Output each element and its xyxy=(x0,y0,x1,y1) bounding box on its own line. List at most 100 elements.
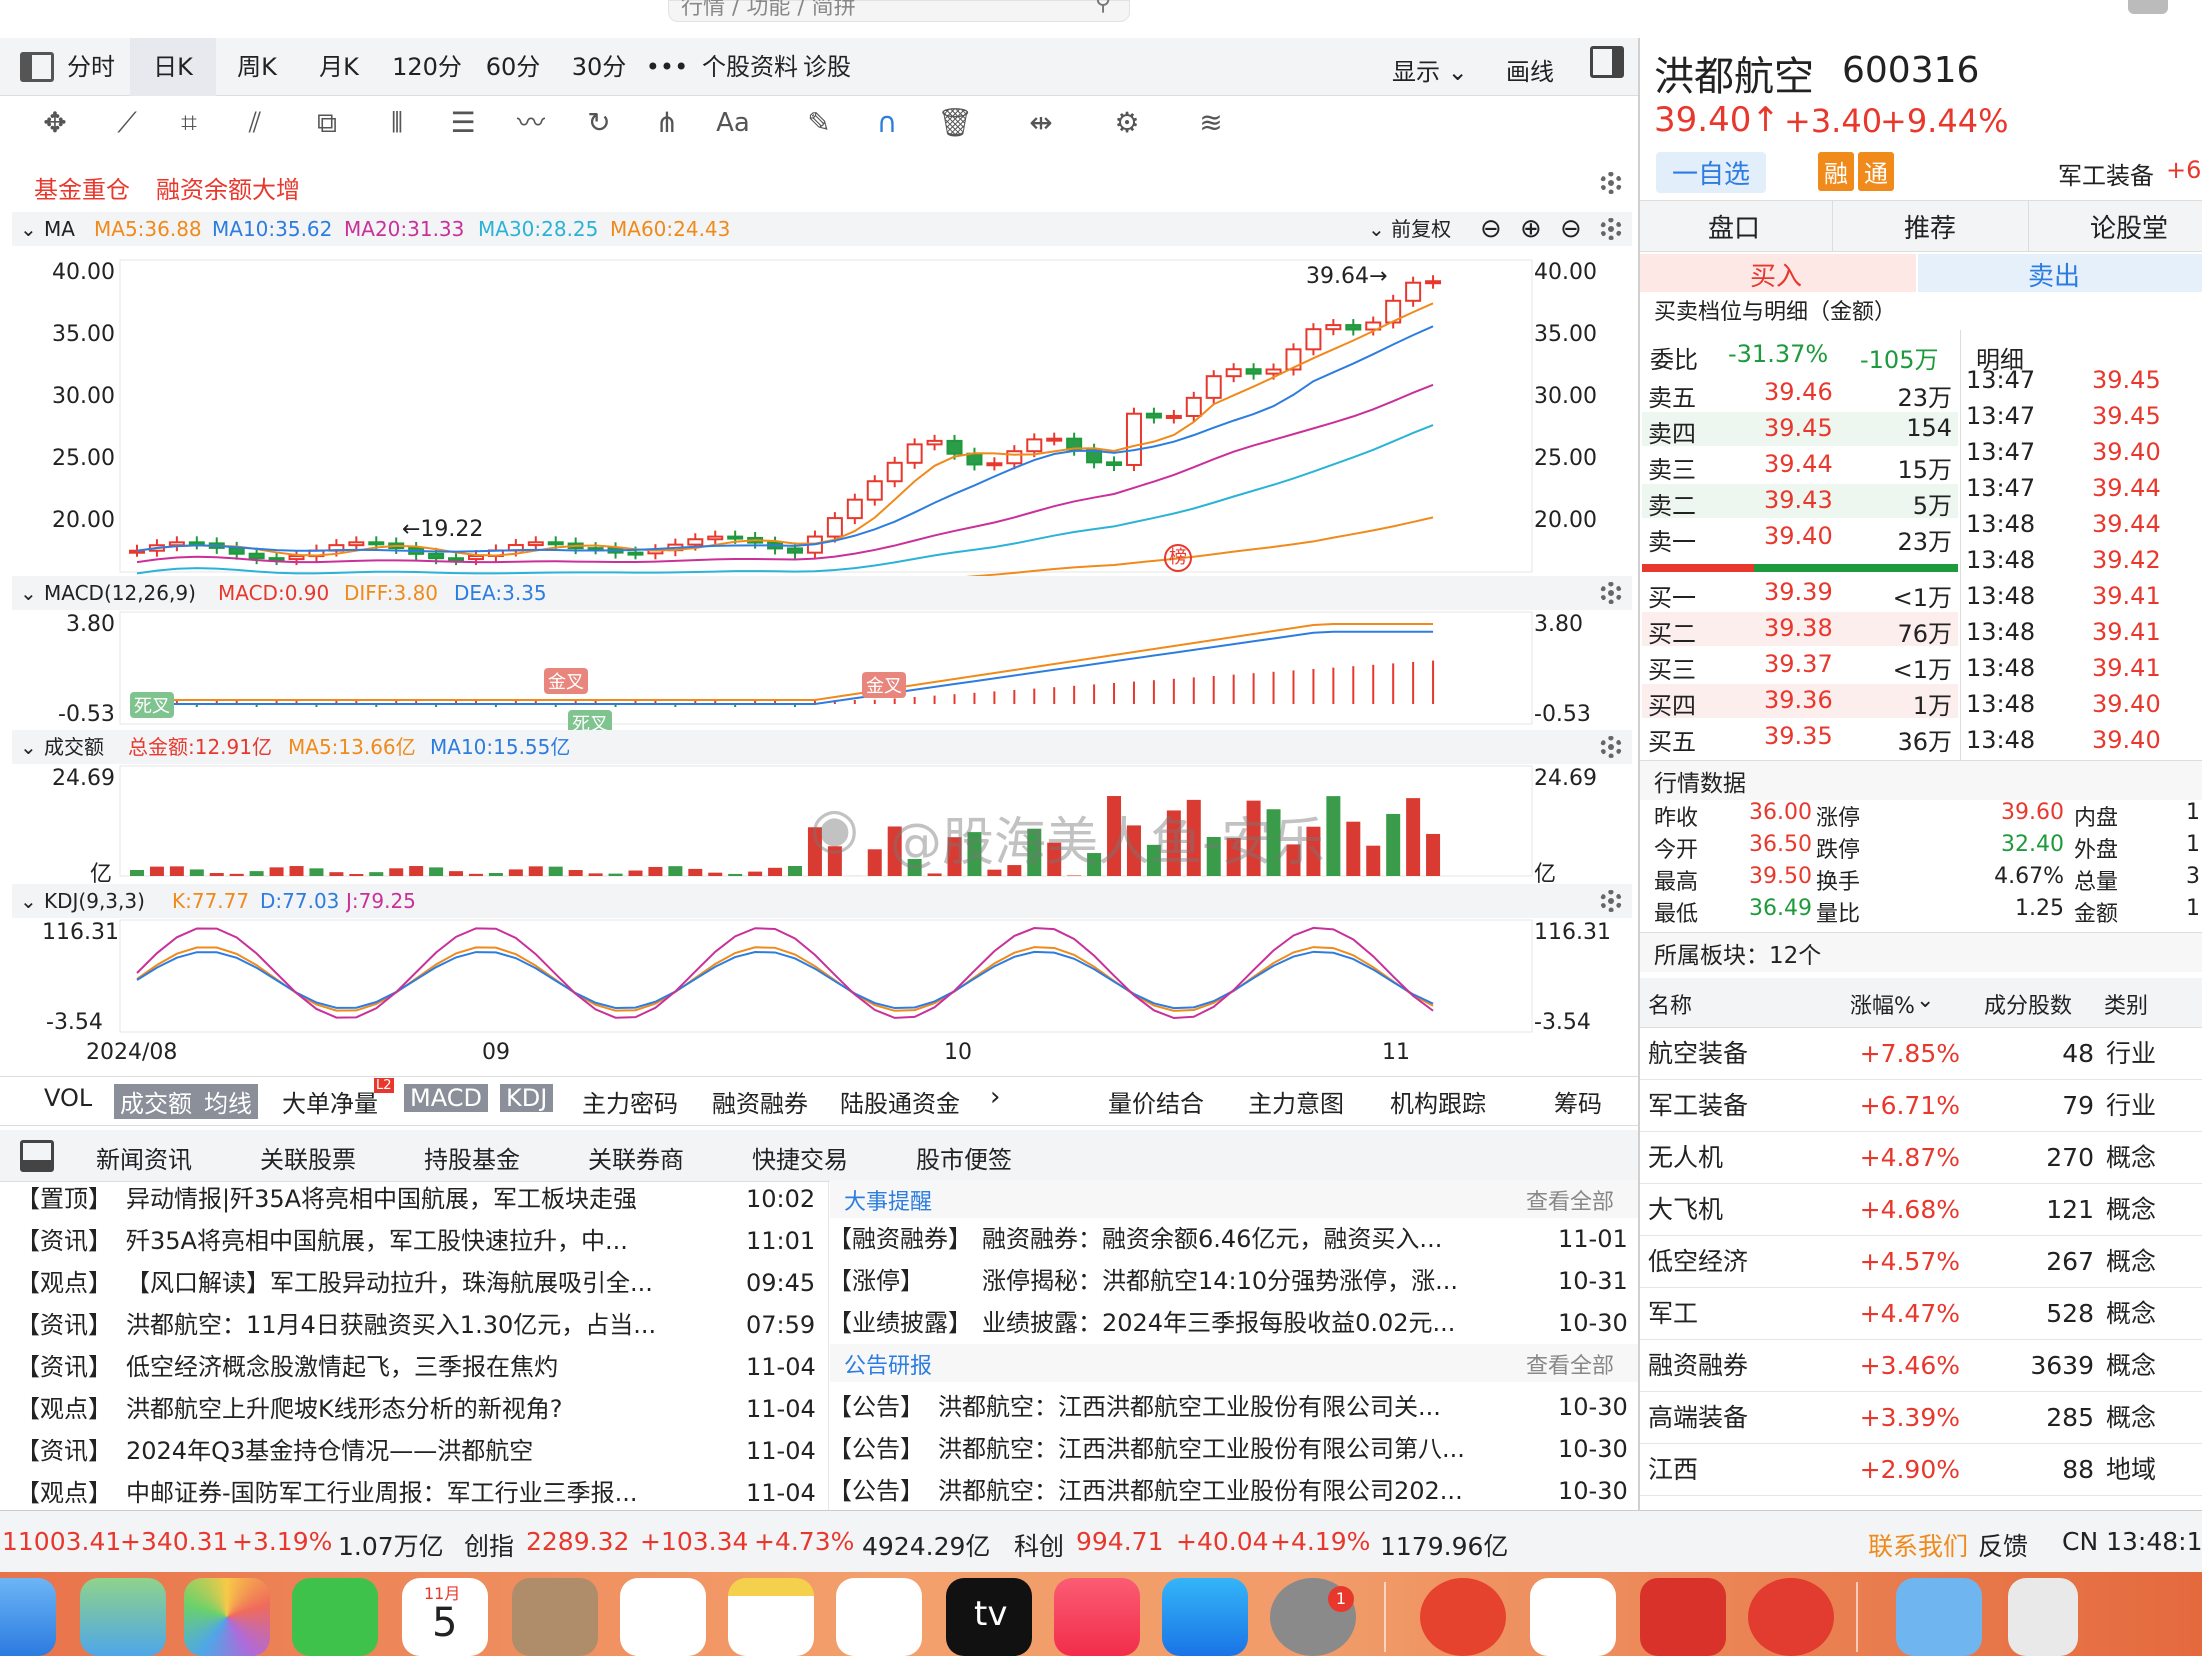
crop-icon[interactable]: ⌗ xyxy=(166,100,212,146)
gear-icon[interactable] xyxy=(1600,582,1622,604)
notes-icon[interactable] xyxy=(728,1578,814,1656)
add-watchlist-button[interactable]: 一自选 xyxy=(1656,152,1767,193)
col-pct[interactable]: 涨幅% xyxy=(1850,988,1915,1020)
bid-price[interactable]: 39.35 xyxy=(1764,722,1833,750)
news-item[interactable]: 【资讯】 2024年Q3基金持仓情况——洪都航空 11-04 xyxy=(16,1430,816,1472)
news-item[interactable]: 【观点】 【风口解读】军工股异动拉升，珠海航展吸引全... 09:45 xyxy=(16,1262,816,1304)
bid-price[interactable]: 39.38 xyxy=(1764,614,1833,642)
photos-icon[interactable] xyxy=(184,1578,270,1656)
gear-icon[interactable] xyxy=(1600,736,1622,758)
apple-tv-icon[interactable]: tv xyxy=(946,1578,1032,1656)
indicator-tab[interactable]: 主力密码 xyxy=(582,1084,678,1119)
period-tab[interactable]: 月K xyxy=(296,38,382,96)
video-app-icon[interactable] xyxy=(1530,1578,1616,1656)
info-tab[interactable]: 股市便签 xyxy=(916,1140,1012,1175)
draw-line-button[interactable]: 画线 xyxy=(1506,52,1554,87)
view-all-link[interactable]: 查看全部 xyxy=(1526,1348,1614,1380)
eraser-icon[interactable]: ✎ xyxy=(796,100,842,146)
collapse-panel-icon[interactable] xyxy=(20,1140,54,1172)
tab-recommend[interactable]: 推荐 xyxy=(1904,208,1956,245)
sector-row[interactable]: 大飞机 +4.68% 121 概念 xyxy=(1640,1184,2202,1236)
sector-row[interactable]: 军工 +4.47% 528 概念 xyxy=(1640,1288,2202,1340)
period-tab[interactable]: 周K xyxy=(214,38,300,96)
sector-row[interactable]: 高端装备 +3.39% 285 概念 xyxy=(1640,1392,2202,1444)
cycle-icon[interactable]: ↻ xyxy=(576,100,622,146)
sector-row[interactable]: 航空装备 +7.85% 48 行业 xyxy=(1640,1028,2202,1080)
period-tab[interactable]: 诊股 xyxy=(784,38,870,96)
news-item[interactable]: 【观点】 中邮证券-国防军工行业周报：军工行业三季报... 11-04 xyxy=(16,1472,816,1514)
info-tab[interactable]: 关联股票 xyxy=(260,1140,356,1175)
news-item[interactable]: 【资讯】 歼35A将亮相中国航展，军工股快速拉升，中... 11:01 xyxy=(16,1220,816,1262)
indicator-tab[interactable]: 陆股通资金 xyxy=(840,1084,960,1119)
indicator-tab[interactable]: 成交额 xyxy=(114,1084,198,1119)
collapse-icon[interactable]: ⌄ xyxy=(20,884,37,918)
period-tab[interactable]: 分时 xyxy=(48,38,134,96)
sector-row[interactable]: 无人机 +4.87% 270 概念 xyxy=(1640,1132,2202,1184)
sector-name[interactable]: 军工装备 xyxy=(2058,156,2154,191)
ask-price[interactable]: 39.46 xyxy=(1764,378,1833,406)
gear-icon[interactable] xyxy=(1600,890,1622,912)
bid-price[interactable]: 39.36 xyxy=(1764,686,1833,714)
wave-icon[interactable]: 〰 xyxy=(508,100,554,146)
period-tab[interactable]: 日K xyxy=(130,38,216,96)
gear-icon[interactable] xyxy=(1600,218,1622,240)
sector-row[interactable]: 江西 +2.90% 88 地域 xyxy=(1640,1444,2202,1496)
indicator-tab[interactable]: 主力意图 xyxy=(1248,1084,1344,1119)
buy-button[interactable]: 买入 xyxy=(1640,254,1916,292)
chevron-right-icon[interactable]: › xyxy=(990,1082,1000,1112)
col-type[interactable]: 类别 xyxy=(2104,988,2148,1020)
indicator-tab[interactable]: 融资融券 xyxy=(712,1084,808,1119)
indicator-tab[interactable]: 筹码 xyxy=(1554,1084,1602,1119)
calendar-icon[interactable]: 11月 5 xyxy=(402,1578,488,1656)
right-panel-toggle-icon[interactable] xyxy=(1590,46,1624,78)
bang-badge[interactable]: 榜 xyxy=(1164,544,1192,572)
magnet-icon[interactable]: ∩ xyxy=(864,100,910,146)
sort-down-icon[interactable]: ⌄ xyxy=(1916,988,1934,1013)
search-bar[interactable]: 行情 / 功能 / 简拼 ⚲ xyxy=(668,0,1130,22)
bid-price[interactable]: 39.37 xyxy=(1764,650,1833,678)
contact-us-link[interactable]: 联系我们 xyxy=(1868,1527,1968,1563)
channel-icon[interactable]: ⧉ xyxy=(304,100,350,146)
news-item[interactable]: 【置顶】 异动情报|歼35A将亮相中国航展，军工板块走强 10:02 xyxy=(16,1178,816,1220)
report-item[interactable]: 【公告】 洪都航空：江西洪都航空工业股份有限公司第八... 10-30 xyxy=(828,1428,1634,1470)
info-tab[interactable]: 新闻资讯 xyxy=(96,1140,192,1175)
netease-music-icon[interactable] xyxy=(1748,1578,1834,1656)
indicator-tab[interactable]: 均线 xyxy=(198,1084,258,1119)
trading-app-icon[interactable] xyxy=(1640,1578,1726,1656)
col-name[interactable]: 名称 xyxy=(1648,988,1692,1020)
collapse-icon[interactable]: ⌄ xyxy=(20,730,37,764)
news-item[interactable]: 【资讯】 洪都航空：11月4日获融资买入1.30亿元，占当... 07:59 xyxy=(16,1304,816,1346)
kline-chart[interactable] xyxy=(0,240,1640,1100)
app-store-icon[interactable] xyxy=(1162,1578,1248,1656)
mail-icon[interactable] xyxy=(0,1578,56,1656)
tab-orderbook[interactable]: 盘口 xyxy=(1708,208,1760,245)
indicator-tab[interactable]: 大单净量 xyxy=(282,1084,378,1119)
trash-bin-icon[interactable] xyxy=(2008,1578,2078,1656)
event-item[interactable]: 【涨停】 涨停揭秘：洪都航空14:10分强势涨停，涨... 10-31 xyxy=(828,1260,1634,1302)
col-count[interactable]: 成分股数 xyxy=(1984,988,2072,1020)
split-icon[interactable]: ⇹ xyxy=(1018,100,1064,146)
sector-row[interactable]: 军工装备 +6.71% 79 行业 xyxy=(1640,1080,2202,1132)
collapse-icon[interactable]: ⌄ xyxy=(20,576,37,610)
report-item[interactable]: 【公告】 洪都航空：江西洪都航空工业股份有限公司202... 10-30 xyxy=(828,1470,1634,1512)
info-tab[interactable]: 关联券商 xyxy=(588,1140,684,1175)
maps-icon[interactable] xyxy=(80,1578,166,1656)
ask-price[interactable]: 39.40 xyxy=(1764,522,1833,550)
reminders-icon[interactable] xyxy=(620,1578,706,1656)
stock-app-icon[interactable] xyxy=(1420,1578,1506,1656)
contacts-icon[interactable] xyxy=(512,1578,598,1656)
sector-row[interactable]: 融资融券 +3.46% 3639 概念 xyxy=(1640,1340,2202,1392)
ask-price[interactable]: 39.45 xyxy=(1764,414,1833,442)
indicator-tab[interactable]: VOL xyxy=(44,1084,92,1112)
tag-fund-heavy[interactable]: 基金重仓 xyxy=(34,170,130,205)
ask-price[interactable]: 39.43 xyxy=(1764,486,1833,514)
trash-icon[interactable]: 🗑 xyxy=(932,100,978,146)
indicator-tab[interactable]: MACD xyxy=(404,1084,488,1112)
period-tab[interactable]: 120分 xyxy=(384,38,470,96)
sector-row[interactable]: 低空经济 +4.57% 267 概念 xyxy=(1640,1236,2202,1288)
pitchfork-icon[interactable]: ⋔ xyxy=(644,100,690,146)
tag-margin-increase[interactable]: 融资余额大增 xyxy=(156,170,300,205)
sell-button[interactable]: 卖出 xyxy=(1918,254,2202,292)
facetime-icon[interactable] xyxy=(292,1578,378,1656)
ask-price[interactable]: 39.44 xyxy=(1764,450,1833,478)
